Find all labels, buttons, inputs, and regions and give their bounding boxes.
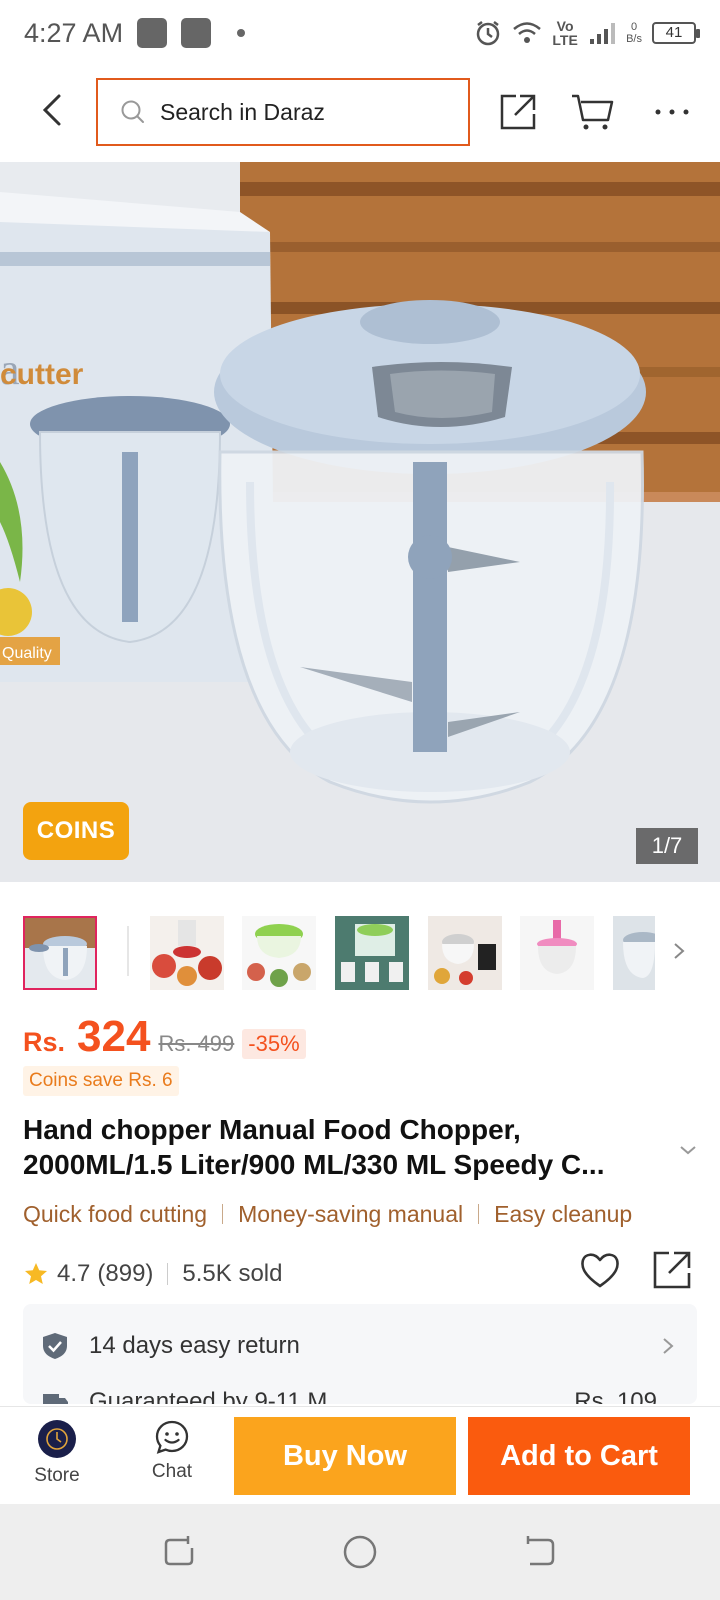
- rating-score: 4.7: [57, 1260, 91, 1287]
- thumbnail-strip: [0, 912, 720, 990]
- highlight-item: Money-saving manual: [238, 1200, 464, 1227]
- more-icon: [655, 109, 689, 115]
- delivery-truck-icon: [43, 1394, 68, 1404]
- status-bar: 4:27 AM Vo LTE 0 B/s 41: [0, 0, 720, 66]
- rating-row[interactable]: 4.7 (899) 5.5K sold: [23, 1256, 282, 1292]
- wifi-icon: [513, 22, 541, 43]
- share-icon: [500, 94, 536, 130]
- store-label: Store: [34, 1465, 80, 1486]
- back-arrow-icon: [42, 94, 61, 126]
- chevron-right-icon: [674, 943, 685, 959]
- box-text-cutter: cutter: [0, 358, 84, 391]
- original-price: Rs. 499: [158, 1031, 235, 1056]
- delivery-text: Guaranteed by 9-11 M...: [89, 1388, 348, 1404]
- rating-divider: [167, 1263, 169, 1285]
- highlight-divider: [478, 1204, 480, 1224]
- search-input[interactable]: [160, 98, 440, 126]
- battery-icon: 41: [652, 22, 700, 44]
- alarm-icon: [476, 21, 500, 46]
- home-circle-icon: [343, 1535, 377, 1569]
- more-notifications-dot: [237, 29, 246, 37]
- thumbnail-7[interactable]: [613, 916, 655, 990]
- back-nav-icon: [526, 1536, 555, 1566]
- coins-badge: COINS: [23, 802, 129, 860]
- chat-icon: [155, 1420, 189, 1454]
- delivery-row[interactable]: Guaranteed by 9-11 M... Rs. 109: [23, 1382, 697, 1404]
- status-indicators: Vo LTE 0 B/s 41: [474, 18, 700, 48]
- sold-count: 5.5K sold: [182, 1260, 283, 1287]
- chevron-right-icon: [663, 1338, 674, 1354]
- search-bar[interactable]: [96, 78, 470, 146]
- rating-count: (899): [97, 1260, 154, 1287]
- thumbnail-1[interactable]: [23, 916, 97, 990]
- heart-icon: [581, 1253, 619, 1288]
- cart-button[interactable]: [566, 86, 618, 138]
- add-to-cart-button[interactable]: Add to Cart: [468, 1417, 690, 1495]
- thumbnail-2[interactable]: [150, 916, 224, 990]
- net-speed: 0 B/s: [626, 21, 642, 45]
- search-icon: [121, 100, 144, 123]
- product-title-line-1: Hand chopper Manual Food Chopper,: [23, 1114, 521, 1145]
- system-nav-bar: [0, 1504, 720, 1600]
- status-time: 4:27 AM: [24, 17, 124, 48]
- back-button[interactable]: [28, 86, 76, 134]
- thumbnail-4[interactable]: [335, 916, 409, 990]
- shield-check-icon: [43, 1333, 67, 1359]
- price-row: Rs. 324 Rs. 499 -35%: [23, 1012, 306, 1061]
- recents-icon: [164, 1536, 194, 1566]
- chat-button[interactable]: Chat: [132, 1419, 212, 1499]
- app-header: [0, 70, 720, 154]
- share-button[interactable]: [492, 86, 544, 138]
- product-title[interactable]: Hand chopper Manual Food Chopper, 2000ML…: [23, 1112, 663, 1182]
- highlight-item: Easy cleanup: [494, 1200, 633, 1227]
- current-price: 324: [77, 1012, 151, 1061]
- notification-icon: [181, 18, 212, 48]
- more-options-button[interactable]: [646, 86, 698, 138]
- store-logo-icon: [38, 1420, 76, 1458]
- thumbnail-6[interactable]: [520, 916, 594, 990]
- wishlist-button[interactable]: [578, 1248, 622, 1292]
- price-currency: Rs.: [23, 1027, 66, 1057]
- notification-icon: [137, 18, 168, 48]
- thumbnail-5[interactable]: [428, 916, 502, 990]
- coins-save-badge: Coins save Rs. 6: [23, 1066, 179, 1096]
- back-nav-button[interactable]: [520, 1532, 560, 1572]
- thumbnail-divider: [127, 926, 129, 976]
- bottom-action-bar: Store Chat Buy Now Add to Cart: [0, 1406, 720, 1504]
- discount-badge: -35%: [242, 1029, 306, 1059]
- product-image-gallery[interactable]: a cutter Quality COINS 1/7: [0, 162, 720, 882]
- highlight-item: Quick food cutting: [23, 1200, 208, 1227]
- product-highlights: Quick food cutting Money-saving manual E…: [23, 1198, 632, 1230]
- return-policy-row[interactable]: 14 days easy return: [23, 1310, 697, 1382]
- share-icon: [653, 1251, 691, 1289]
- chevron-down-icon[interactable]: [676, 1138, 700, 1162]
- thumbnail-next-button[interactable]: [664, 936, 694, 966]
- service-info-card: 14 days easy return Guaranteed by 9-11 M…: [23, 1304, 697, 1404]
- image-counter: 1/7: [636, 828, 698, 864]
- product-title-line-2: 2000ML/1.5 Liter/900 ML/330 ML Speedy C.…: [23, 1149, 605, 1180]
- chat-label: Chat: [151, 1461, 193, 1482]
- thumbnail-3[interactable]: [242, 916, 316, 990]
- highlight-divider: [222, 1204, 224, 1224]
- home-button[interactable]: [340, 1532, 380, 1572]
- signal-icon: [590, 23, 616, 44]
- delivery-fee: Rs. 109: [574, 1388, 657, 1404]
- return-policy-text: 14 days easy return: [89, 1332, 300, 1359]
- volte-label: Vo LTE: [552, 18, 578, 48]
- star-icon: [25, 1263, 47, 1284]
- buy-now-button[interactable]: Buy Now: [234, 1417, 456, 1495]
- recents-button[interactable]: [160, 1532, 200, 1572]
- cart-icon: [572, 94, 614, 130]
- product-photo: a cutterQuality: [0, 162, 720, 882]
- store-button[interactable]: Store: [17, 1419, 97, 1499]
- box-text-quality: Quality: [2, 645, 52, 662]
- product-share-button[interactable]: [650, 1248, 694, 1292]
